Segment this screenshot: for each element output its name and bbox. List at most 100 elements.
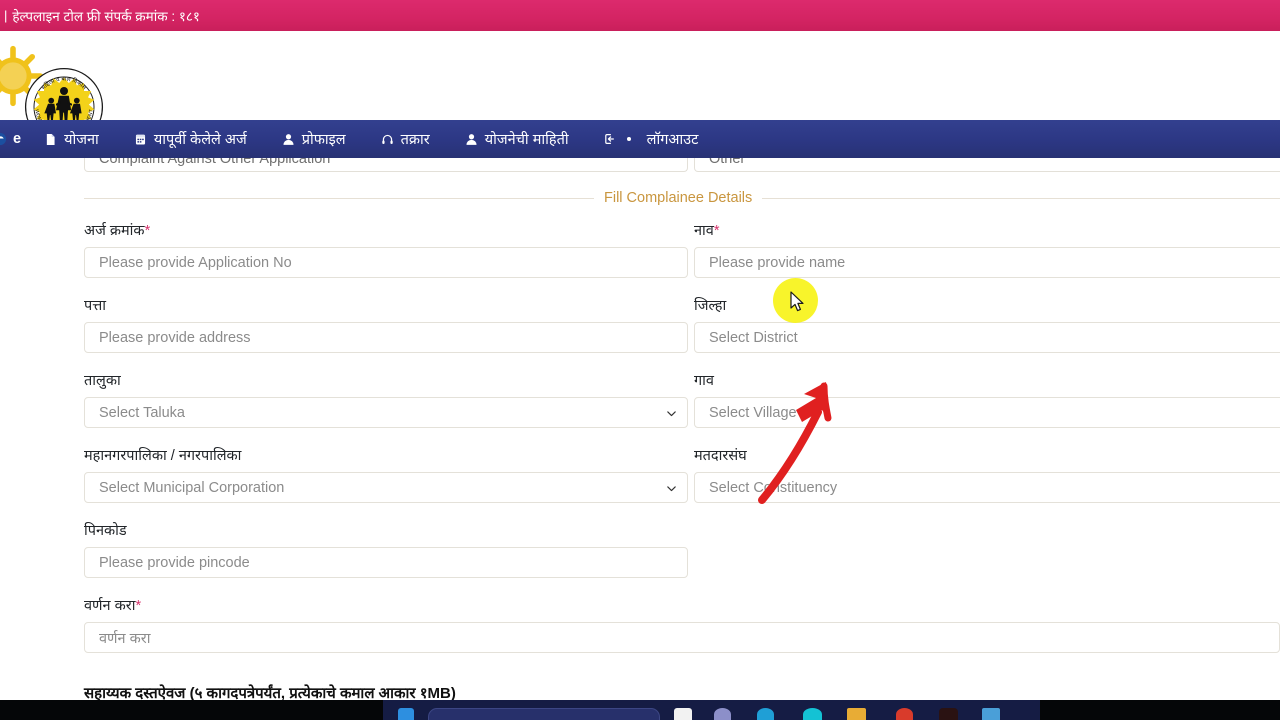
helpline-pipe: | bbox=[4, 8, 8, 23]
taluka-select[interactable]: Select Taluka bbox=[84, 397, 688, 428]
label-address: पत्ता bbox=[84, 298, 107, 314]
logout-bullet-icon bbox=[626, 137, 631, 141]
helpline-banner: | हेल्पलाइन टोल फ्री संपर्क क्रमांक : १८… bbox=[0, 0, 1280, 31]
main-navigation[interactable]: e योजना यापूर्वी केलेले अर्ज प्रोफाइल तक… bbox=[0, 120, 1280, 158]
complaint-type-value: Complaint Against Other Application bbox=[99, 158, 331, 167]
nav-item-yojana[interactable]: योजना bbox=[43, 129, 99, 149]
store-icon[interactable] bbox=[982, 708, 1000, 720]
description-placeholder: वर्णन करा bbox=[99, 630, 151, 647]
name-field[interactable]: Please provide name bbox=[694, 247, 1280, 278]
label-constituency: मतदारसंघ bbox=[694, 448, 747, 464]
divider-line-right bbox=[762, 197, 1280, 199]
village-select[interactable]: Select Village bbox=[694, 397, 1280, 428]
nav-label-logout: लॉगआउट bbox=[646, 132, 699, 148]
app-icon-dark[interactable] bbox=[939, 708, 958, 720]
edge-browser-icon bbox=[0, 132, 7, 147]
required-star: * bbox=[135, 598, 142, 614]
form-row: वर्णन करा* वर्णन करा bbox=[0, 595, 1280, 670]
app-icon-teal[interactable] bbox=[803, 708, 822, 720]
file-explorer-icon[interactable] bbox=[674, 708, 692, 720]
nav-label-previous-applications: यापूर्वी केलेले अर्ज bbox=[153, 132, 247, 148]
field-taluka: तालुका Select Taluka bbox=[84, 370, 688, 428]
label-name: नाव* bbox=[694, 220, 1280, 240]
pincode-field[interactable]: Please provide pincode bbox=[84, 547, 688, 578]
nav-label-yojana: योजना bbox=[64, 132, 99, 148]
label-description: वर्णन करा* bbox=[84, 595, 1280, 615]
nav-label-home: e bbox=[13, 131, 22, 147]
form-row: महानगरपालिका / नगरपालिका Select Municipa… bbox=[0, 445, 1280, 520]
pincode-placeholder: Please provide pincode bbox=[99, 554, 250, 571]
field-application-no: अर्ज क्रमांक* Please provide Application… bbox=[84, 220, 688, 278]
field-grid: अर्ज क्रमांक* Please provide Application… bbox=[0, 220, 1280, 670]
label-text: अर्ज क्रमांक bbox=[84, 223, 145, 239]
constituency-value: Select Constituency bbox=[709, 479, 838, 496]
taluka-value: Select Taluka bbox=[99, 404, 185, 421]
divider-line-left bbox=[84, 197, 594, 199]
village-value: Select Village bbox=[709, 404, 797, 421]
helpline-text: हेल्पलाइन टोल फ्री संपर्क क्रमांक : १८१ bbox=[12, 8, 200, 24]
nav-item-home-cutoff[interactable]: e bbox=[0, 131, 21, 147]
address-placeholder: Please provide address bbox=[99, 329, 251, 346]
label-text: नाव bbox=[694, 223, 714, 239]
field-address: पत्ता Please provide address bbox=[84, 295, 688, 353]
municipal-corporation-select[interactable]: Select Municipal Corporation bbox=[84, 472, 688, 503]
label-district: जिल्हा bbox=[694, 298, 727, 314]
complaint-subtype-value: Other bbox=[709, 158, 746, 167]
nav-item-scheme-info[interactable]: योजनेची माहिती bbox=[464, 129, 569, 149]
label-village: गाव bbox=[694, 373, 714, 389]
chevron-down-icon bbox=[666, 483, 676, 493]
label-application-no: अर्ज क्रमांक* bbox=[84, 220, 688, 240]
windows-taskbar[interactable] bbox=[0, 700, 1280, 720]
app-icon-purple[interactable] bbox=[714, 708, 731, 720]
nav-label-complaint: तक्रार bbox=[400, 132, 430, 148]
complaint-type-select[interactable]: Complaint Against Other Application ▾ bbox=[84, 158, 688, 172]
taskbar-left-black bbox=[0, 700, 383, 720]
form-row: अर्ज क्रमांक* Please provide Application… bbox=[0, 220, 1280, 295]
field-pincode: पिनकोड Please provide pincode bbox=[84, 520, 688, 578]
nav-label-profile: प्रोफाइल bbox=[301, 132, 346, 148]
cut-off-select-row: Complaint Against Other Application ▾ Ot… bbox=[0, 158, 1280, 174]
section-title: Fill Complainee Details bbox=[604, 190, 753, 206]
application-no-field[interactable]: Please provide Application No bbox=[84, 247, 688, 278]
chevron-down-icon: ▾ bbox=[668, 158, 675, 160]
district-select[interactable]: Select District bbox=[694, 322, 1280, 353]
application-no-placeholder: Please provide Application No bbox=[99, 254, 292, 271]
district-value: Select District bbox=[709, 329, 798, 346]
field-municipal-corporation: महानगरपालिका / नगरपालिका Select Municipa… bbox=[84, 445, 688, 503]
form-row: पिनकोड Please provide pincode bbox=[0, 520, 1280, 595]
field-village: गाव Select Village bbox=[694, 370, 1280, 428]
complaint-subtype-select[interactable]: Other bbox=[694, 158, 1280, 172]
folder-icon[interactable] bbox=[847, 708, 866, 720]
search-box[interactable] bbox=[428, 708, 660, 720]
form-row: तालुका Select Taluka गाव Select Village bbox=[0, 370, 1280, 445]
nav-item-profile[interactable]: प्रोफाइल bbox=[281, 129, 346, 149]
user-icon bbox=[464, 132, 479, 147]
chevron-down-icon bbox=[666, 408, 676, 418]
nav-item-complaint[interactable]: तक्रार bbox=[380, 129, 430, 149]
municipal-corporation-value: Select Municipal Corporation bbox=[99, 479, 285, 496]
nav-label-scheme-info: योजनेची माहिती bbox=[484, 132, 569, 148]
windows-start-icon[interactable] bbox=[398, 708, 414, 720]
description-field[interactable]: वर्णन करा bbox=[84, 622, 1280, 653]
field-description: वर्णन करा* वर्णन करा bbox=[84, 595, 1280, 653]
name-placeholder: Please provide name bbox=[709, 254, 846, 271]
label-taluka: तालुका bbox=[84, 373, 121, 389]
nav-item-previous-applications[interactable]: यापूर्वी केलेले अर्ज bbox=[133, 129, 247, 149]
app-icon-red[interactable] bbox=[896, 708, 913, 720]
logout-icon bbox=[603, 132, 618, 147]
form-row: पत्ता Please provide address जिल्हा Sele… bbox=[0, 295, 1280, 370]
label-municipal-corporation: महानगरपालिका / नगरपालिका bbox=[84, 448, 242, 464]
attachments-title: सहाय्यक दस्तऐवज (५ कागदपत्रेपर्यंत, प्रत… bbox=[84, 685, 456, 700]
field-district: जिल्हा Select District bbox=[694, 295, 1280, 353]
logo-strip: महिला व बाल विकास WOMEN & CHILD DEVELOPM… bbox=[0, 31, 1280, 147]
required-star: * bbox=[713, 223, 720, 239]
page-content: Complaint Against Other Application ▾ Ot… bbox=[0, 158, 1280, 700]
app-icon-blue[interactable] bbox=[757, 708, 774, 720]
nav-item-logout[interactable]: लॉगआउट bbox=[603, 129, 699, 149]
calendar-icon bbox=[133, 132, 148, 147]
taskbar-right-black bbox=[1040, 700, 1280, 720]
field-name: नाव* Please provide name bbox=[694, 220, 1280, 278]
browser-page: | हेल्पलाइन टोल फ्री संपर्क क्रमांक : १८… bbox=[0, 0, 1280, 720]
address-field[interactable]: Please provide address bbox=[84, 322, 688, 353]
constituency-select[interactable]: Select Constituency bbox=[694, 472, 1280, 503]
